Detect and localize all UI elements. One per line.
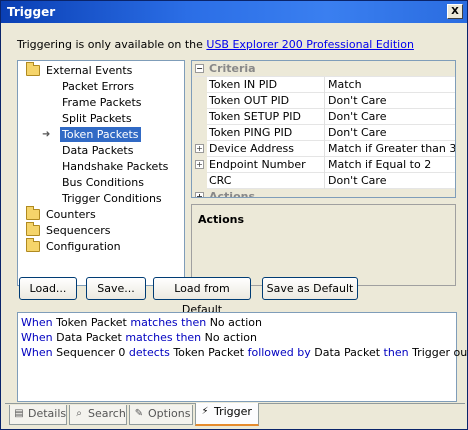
grid-row-endpoint-number[interactable]: + Endpoint Number Match if Equal to 2 — [192, 157, 455, 173]
options-icon: ✎ — [134, 408, 144, 419]
grid-row-token-setup-pid[interactable]: Token SETUP PID Don't Care — [192, 109, 455, 125]
folder-open-icon — [26, 62, 40, 76]
folder-icon — [26, 206, 40, 220]
description-panel: Actions — [191, 204, 456, 286]
title-bar: Trigger X — [1, 1, 467, 23]
grid-category-criteria[interactable]: − Criteria — [192, 61, 455, 77]
tree-item-token-packets[interactable]: ➜ Token Packets — [18, 127, 178, 142]
tree-label: Handshake Packets — [62, 160, 169, 173]
tab-search[interactable]: ⌕ Search — [69, 405, 127, 425]
property-name: Token SETUP PID — [209, 110, 301, 123]
client-area: Triggering is only available on the USB … — [5, 26, 468, 402]
tab-trigger[interactable]: ⚡ Trigger — [195, 403, 259, 426]
grid-row-token-ping-pid[interactable]: Token PING PID Don't Care — [192, 125, 455, 141]
tree-item-packet-errors[interactable]: Packet Errors — [62, 79, 134, 94]
folder-icon — [26, 238, 40, 252]
tree-label: Configuration — [46, 240, 121, 253]
category-label: Criteria — [209, 62, 256, 75]
details-icon: ▤ — [14, 408, 24, 419]
property-value[interactable]: Match if Equal to 2 — [328, 158, 431, 171]
tree-label: Frame Packets — [62, 96, 142, 109]
property-name: Token IN PID — [209, 78, 278, 91]
property-value[interactable]: Don't Care — [328, 126, 386, 139]
availability-text: Triggering is only available on the — [17, 38, 207, 51]
trigger-summary: When Token Packet matches then No action… — [17, 312, 468, 402]
property-name: Endpoint Number — [209, 158, 306, 171]
property-name: CRC — [209, 174, 232, 187]
edition-link[interactable]: USB Explorer 200 Professional Edition — [206, 38, 414, 51]
tree-item-trigger-conditions[interactable]: Trigger Conditions — [62, 191, 162, 206]
property-value[interactable]: Don't Care — [328, 174, 386, 187]
property-name: Token OUT PID — [209, 94, 290, 107]
trigger-icon: ⚡ — [201, 406, 209, 417]
tree-item-split-packets[interactable]: Split Packets — [62, 111, 132, 126]
tree-label: Trigger Conditions — [62, 192, 162, 205]
tree-label: Packet Errors — [62, 80, 135, 93]
grid-row-token-in-pid[interactable]: Token IN PID Match — [192, 77, 455, 93]
property-grid[interactable]: − Criteria Token IN PID Match Token OUT … — [191, 60, 456, 198]
expand-icon[interactable]: + — [195, 192, 204, 197]
category-label: Actions — [209, 190, 255, 198]
expand-icon[interactable]: + — [195, 160, 204, 169]
current-arrow-icon: ➜ — [42, 129, 51, 140]
tree-label-selected: Token Packets — [60, 127, 141, 142]
property-value[interactable]: Match if Greater than 3 — [328, 142, 455, 155]
tree-label: External Events — [46, 64, 133, 77]
bottom-tabs: ▤ Details ⌕ Search ✎ Options ⚡ Trigger — [5, 403, 465, 427]
event-tree[interactable]: External Events Packet Errors Frame Pack… — [17, 60, 185, 286]
availability-notice: Triggering is only available on the USB … — [17, 38, 414, 51]
summary-line: When Sequencer 0 detects Token Packet fo… — [21, 346, 468, 359]
tree-label: Counters — [46, 208, 96, 221]
save-button[interactable]: Save... — [86, 277, 146, 300]
tab-details[interactable]: ▤ Details — [9, 405, 67, 425]
folder-icon — [26, 222, 40, 236]
expand-icon[interactable]: + — [195, 144, 204, 153]
trigger-window: Trigger X Triggering is only available o… — [0, 0, 468, 430]
tab-options[interactable]: ✎ Options — [129, 405, 193, 425]
tree-label: Split Packets — [62, 112, 132, 125]
property-value[interactable]: Don't Care — [328, 110, 386, 123]
load-from-default-button[interactable]: Load from Default — [153, 277, 251, 316]
property-name: Token PING PID — [209, 126, 293, 139]
property-value[interactable]: Don't Care — [328, 94, 386, 107]
grid-row-device-address[interactable]: + Device Address Match if Greater than 3 — [192, 141, 455, 157]
property-value[interactable]: Match — [328, 78, 362, 91]
property-name: Device Address — [209, 142, 294, 155]
description-title: Actions — [198, 213, 244, 226]
grid-row-crc[interactable]: CRC Don't Care — [192, 173, 455, 189]
tree-item-handshake-packets[interactable]: Handshake Packets — [62, 159, 168, 174]
close-button[interactable]: X — [447, 4, 463, 19]
tree-label: Bus Conditions — [62, 176, 144, 189]
collapse-icon[interactable]: − — [195, 64, 204, 73]
tree-item-data-packets[interactable]: Data Packets — [62, 143, 133, 158]
summary-line: When Token Packet matches then No action — [21, 316, 263, 329]
tree-item-bus-conditions[interactable]: Bus Conditions — [62, 175, 144, 190]
tree-label: Sequencers — [46, 224, 111, 237]
tree-item-frame-packets[interactable]: Frame Packets — [62, 95, 142, 110]
search-icon: ⌕ — [76, 408, 82, 419]
summary-line: When Data Packet matches then No action — [21, 331, 257, 344]
window-title: Trigger — [7, 5, 56, 19]
grid-category-actions[interactable]: + Actions — [192, 189, 455, 198]
tree-label: Data Packets — [62, 144, 134, 157]
load-button[interactable]: Load... — [19, 277, 77, 300]
save-as-default-button[interactable]: Save as Default — [262, 277, 358, 300]
grid-row-token-out-pid[interactable]: Token OUT PID Don't Care — [192, 93, 455, 109]
